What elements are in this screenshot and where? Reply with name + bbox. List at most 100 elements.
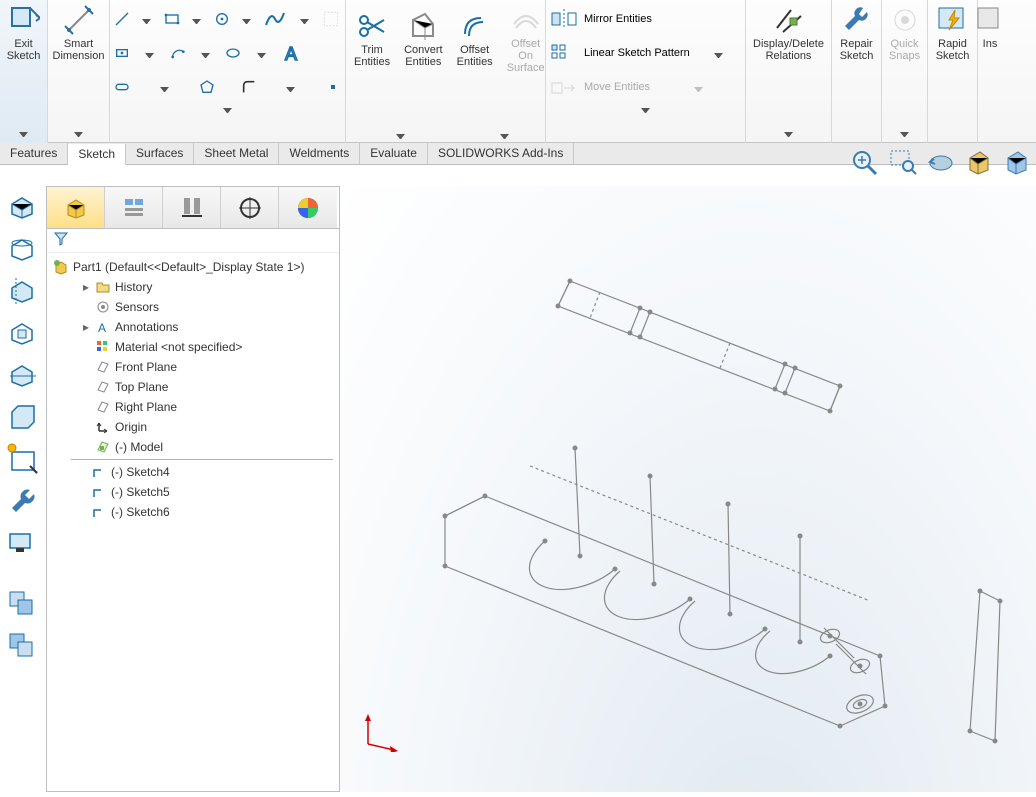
mirror-entities-label[interactable]: Mirror Entities: [584, 13, 652, 25]
offset-entities-button[interactable]: OffsetEntities: [453, 8, 497, 70]
fm-tab-dimxpert[interactable]: [221, 187, 279, 228]
tree-model[interactable]: (-) Model: [53, 437, 333, 457]
smart-dimension-dropdown[interactable]: [74, 128, 83, 137]
tree-front-plane[interactable]: Front Plane: [53, 357, 333, 377]
center-rect-icon[interactable]: [114, 45, 130, 61]
smart-dimension-label: SmartDimension: [53, 38, 105, 62]
tree-sketch6[interactable]: (-) Sketch6: [53, 502, 333, 522]
linear-pattern-icon[interactable]: [550, 43, 578, 63]
circle-icon[interactable]: [214, 11, 230, 27]
convert-dropdown[interactable]: [500, 130, 509, 139]
snaps-dropdown[interactable]: [900, 128, 909, 137]
tab-sketch[interactable]: Sketch: [68, 144, 126, 165]
circle-dropdown[interactable]: [242, 15, 251, 24]
revolve-boss-icon[interactable]: [6, 232, 40, 266]
extrude-boss-icon[interactable]: [6, 190, 40, 224]
boundary-boss-icon[interactable]: [6, 358, 40, 392]
fm-tab-config[interactable]: [163, 187, 221, 228]
tree-sketch4[interactable]: (-) Sketch4: [53, 462, 333, 482]
tab-addins[interactable]: SOLIDWORKS Add-Ins: [428, 143, 574, 164]
swept-boss-icon[interactable]: [6, 274, 40, 308]
exit-sketch-dropdown[interactable]: [19, 128, 28, 137]
svg-text:A: A: [285, 44, 297, 64]
relations-dropdown[interactable]: [784, 128, 793, 137]
sketch-icon: [91, 464, 107, 480]
text-icon[interactable]: A: [281, 41, 305, 65]
plane-icon: [95, 399, 111, 415]
rollback-bar[interactable]: [71, 459, 333, 460]
fm-filter-bar[interactable]: [47, 229, 339, 253]
fillet-dropdown[interactable]: [286, 83, 295, 92]
polygon-icon[interactable]: [199, 79, 215, 95]
exit-sketch-button[interactable]: ExitSketch: [4, 2, 43, 64]
ellipse-icon[interactable]: [225, 45, 241, 61]
section-view-icon[interactable]: [964, 148, 994, 178]
line-tool-icon[interactable]: [114, 11, 130, 27]
trim-dropdown[interactable]: [396, 130, 405, 139]
instant-label: Ins: [983, 38, 998, 50]
fillet-icon[interactable]: [241, 79, 257, 95]
loft-boss-icon[interactable]: [6, 316, 40, 350]
fm-tab-tree[interactable]: [47, 187, 105, 228]
tree-sketch5[interactable]: (-) Sketch5: [53, 482, 333, 502]
view-cube-icon[interactable]: [1002, 148, 1032, 178]
linear-pattern-label[interactable]: Linear Sketch Pattern: [584, 47, 690, 59]
pattern-dropdown[interactable]: [714, 49, 723, 58]
crect-dropdown[interactable]: [145, 49, 154, 58]
tree-origin[interactable]: Origin: [53, 417, 333, 437]
ribbon: ExitSketch SmartDimension A: [0, 0, 1036, 143]
convert-entities-button[interactable]: ConvertEntities: [400, 8, 447, 70]
arc-icon[interactable]: [170, 45, 186, 61]
origin-triad-icon: [360, 712, 400, 752]
display-delete-relations-button[interactable]: Display/DeleteRelations: [750, 2, 827, 64]
folder-icon: [95, 279, 111, 295]
tab-sheet-metal[interactable]: Sheet Metal: [194, 143, 279, 164]
instant2d-button[interactable]: Ins: [982, 2, 998, 52]
tree-right-plane[interactable]: Right Plane: [53, 397, 333, 417]
fm-tab-property[interactable]: [105, 187, 163, 228]
rect-dropdown[interactable]: [192, 15, 201, 24]
plane-icon[interactable]: [321, 9, 341, 29]
extrude-cut-icon[interactable]: [6, 400, 40, 434]
zoom-area-icon[interactable]: [888, 148, 918, 178]
zoom-fit-icon[interactable]: [850, 148, 880, 178]
slot-icon[interactable]: [114, 79, 130, 95]
tree-root[interactable]: Part1 (Default<<Default>_Display State 1…: [53, 257, 333, 277]
sketch-tools-dropdown[interactable]: [223, 104, 232, 113]
spline-icon[interactable]: [263, 7, 287, 31]
display-states-icon[interactable]: [6, 526, 40, 560]
graphics-viewport[interactable]: [340, 186, 1036, 792]
configurations-2-icon[interactable]: [6, 630, 40, 664]
tree-sensors[interactable]: Sensors: [53, 297, 333, 317]
spline-dropdown[interactable]: [300, 15, 309, 24]
plane-icon: [95, 379, 111, 395]
ellipse-dropdown[interactable]: [257, 49, 266, 58]
tree-history[interactable]: ▸History: [53, 277, 333, 297]
slot-dropdown[interactable]: [160, 83, 169, 92]
options-icon[interactable]: [6, 484, 40, 518]
previous-view-icon[interactable]: [926, 148, 956, 178]
tab-evaluate[interactable]: Evaluate: [360, 143, 428, 164]
relations-label: Display/DeleteRelations: [753, 38, 824, 62]
corner-rect-icon[interactable]: [164, 11, 180, 27]
repair-sketch-button[interactable]: RepairSketch: [836, 2, 877, 64]
offset-on-surface-button: OffsetOnSurface: [503, 2, 549, 76]
svg-text:A: A: [98, 321, 106, 335]
line-dropdown[interactable]: [142, 15, 151, 24]
tab-surfaces[interactable]: Surfaces: [126, 143, 194, 164]
tree-top-plane[interactable]: Top Plane: [53, 377, 333, 397]
point-icon[interactable]: [325, 79, 341, 95]
tab-features[interactable]: Features: [0, 143, 68, 164]
pattern-group-dropdown[interactable]: [641, 104, 650, 113]
smart-dimension-button[interactable]: SmartDimension: [52, 2, 105, 64]
tab-weldments[interactable]: Weldments: [279, 143, 360, 164]
trim-entities-button[interactable]: TrimEntities: [350, 8, 394, 70]
tree-material[interactable]: Material <not specified>: [53, 337, 333, 357]
fm-tab-display[interactable]: [279, 187, 337, 228]
configurations-1-icon[interactable]: [6, 588, 40, 622]
new-sketch-icon[interactable]: [6, 442, 40, 476]
arc-dropdown[interactable]: [201, 49, 210, 58]
mirror-icon[interactable]: [550, 9, 578, 29]
rapid-sketch-button[interactable]: RapidSketch: [932, 2, 973, 64]
tree-annotations[interactable]: ▸AAnnotations: [53, 317, 333, 337]
